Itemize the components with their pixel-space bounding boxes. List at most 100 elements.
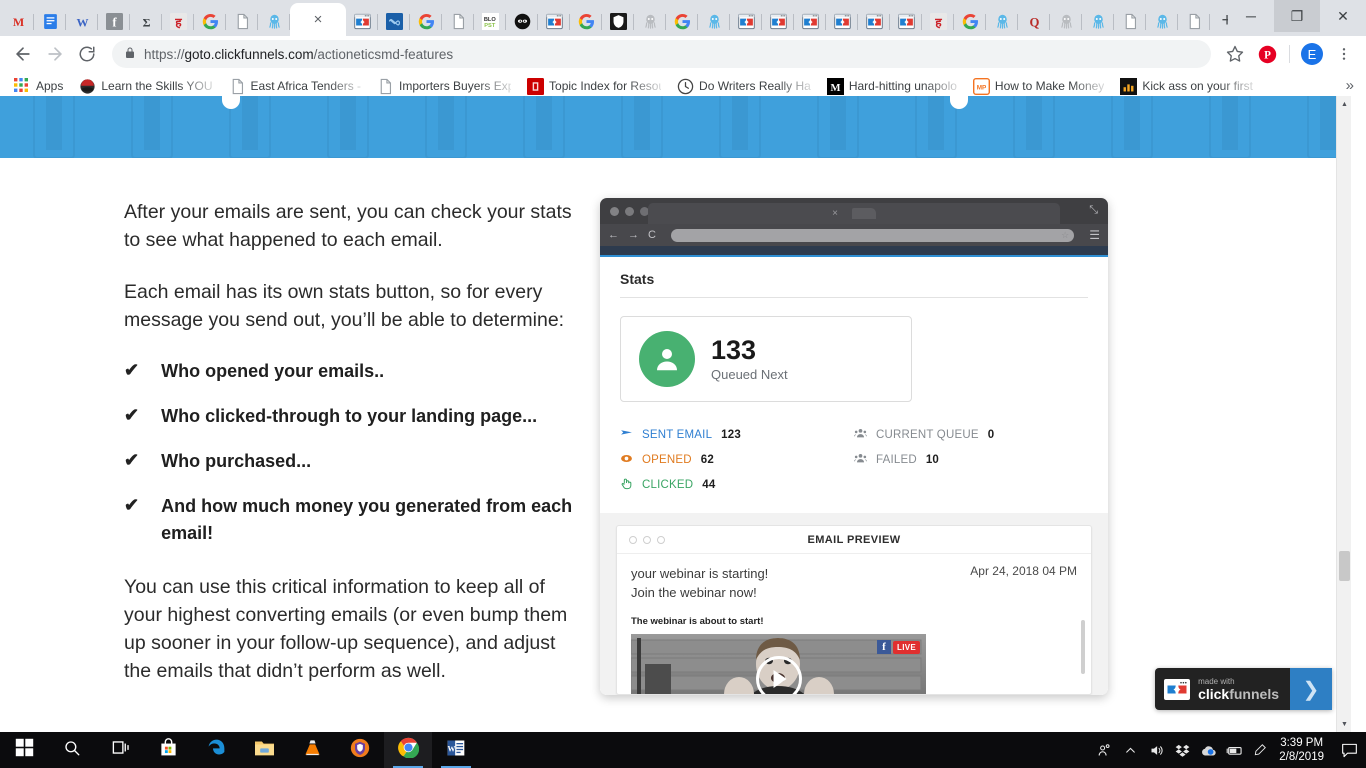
clickfunnels-tab-3[interactable]: [538, 6, 570, 36]
document-tab-3[interactable]: [1114, 6, 1146, 36]
bookmark-item[interactable]: Importers Buyers Exp: [369, 74, 519, 98]
document-tab-4[interactable]: [1178, 6, 1210, 36]
microsoft-store[interactable]: [144, 732, 192, 768]
octopus-tab-6[interactable]: [1082, 6, 1114, 36]
bookmark-item[interactable]: MP How to Make Money: [965, 74, 1112, 98]
bookmark-label: Importers Buyers Exp: [399, 78, 512, 93]
mockup-tab-close: ×: [832, 208, 838, 219]
quora-tab[interactable]: Q: [1018, 6, 1050, 36]
tab-close-button[interactable]: ×: [314, 11, 323, 28]
chrome-menu-icon[interactable]: [1330, 40, 1358, 68]
wikipedia-tab[interactable]: W: [66, 6, 98, 36]
google-tab-5[interactable]: [954, 6, 986, 36]
bookmark-star-icon[interactable]: [1221, 40, 1249, 68]
gmail-tab[interactable]: M: [2, 6, 34, 36]
google-tab-3[interactable]: [570, 6, 602, 36]
taskbar-items: W: [0, 732, 480, 768]
blog-tab[interactable]: BLO PST: [474, 6, 506, 36]
octopus-tab-4[interactable]: [986, 6, 1018, 36]
google-docs-tab[interactable]: [34, 6, 66, 36]
chevron-up-icon[interactable]: [1117, 732, 1143, 768]
grammarly-tab-2[interactable]: ह: [922, 6, 954, 36]
clickfunnels-badge[interactable]: made with clickfunnels ❯ ▼: [1155, 668, 1332, 710]
scroll-up-arrow[interactable]: ▲: [1337, 96, 1352, 112]
url-host: goto.clickfunnels.com: [184, 46, 314, 62]
pen-icon[interactable]: [1247, 732, 1273, 768]
notification-center-icon[interactable]: [1334, 732, 1364, 768]
grammarly-tab[interactable]: ह: [162, 6, 194, 36]
shield-tab[interactable]: [602, 6, 634, 36]
document-tab-2[interactable]: [442, 6, 474, 36]
task-view-button[interactable]: [96, 732, 144, 768]
dropbox-icon[interactable]: [1169, 732, 1195, 768]
facebook-tab[interactable]: f: [98, 6, 130, 36]
octopus-tab-5[interactable]: [1050, 6, 1082, 36]
clickfunnels-tab-5[interactable]: [762, 6, 794, 36]
people-icon[interactable]: [1091, 732, 1117, 768]
forward-button[interactable]: [40, 39, 70, 69]
apps-shortcut[interactable]: Apps: [6, 74, 71, 98]
scrollbar-thumb[interactable]: [1339, 551, 1350, 581]
scroll-down-arrow[interactable]: ▼: [1337, 716, 1352, 732]
taskbar-clock[interactable]: 3:39 PM 2/8/2019: [1273, 736, 1334, 764]
search-button[interactable]: [48, 732, 96, 768]
clickfunnels-tab-4[interactable]: [730, 6, 762, 36]
octopus-tab-3[interactable]: [698, 6, 730, 36]
email-video-thumbnail[interactable]: f LIVE: [631, 634, 926, 694]
file-explorer[interactable]: [240, 732, 288, 768]
bookmark-label: Topic Index for Resou: [549, 78, 662, 93]
infinity-tab[interactable]: [378, 6, 410, 36]
google-tab[interactable]: [194, 6, 226, 36]
avast-antivirus[interactable]: [336, 732, 384, 768]
clickfunnels-tab-6[interactable]: [794, 6, 826, 36]
vlc-player[interactable]: [288, 732, 336, 768]
clickfunnels-tab-9[interactable]: [890, 6, 922, 36]
ninja-tab[interactable]: [506, 6, 538, 36]
battery-icon[interactable]: [1221, 732, 1247, 768]
play-button-triangle[interactable]: [773, 670, 787, 689]
clickfunnels-tab-2[interactable]: [346, 6, 378, 36]
stat-label: CURRENT QUEUE: [876, 428, 979, 441]
bookmarks-overflow-icon[interactable]: »: [1346, 77, 1360, 94]
browser-toolbar: https://goto.clickfunnels.com/actionetic…: [0, 36, 1366, 72]
bookmark-item[interactable]: Do Writers Really Ha: [669, 74, 819, 98]
bookmark-item[interactable]: M Hard-hitting unapolo: [819, 74, 965, 98]
volume-icon[interactable]: [1143, 732, 1169, 768]
pinterest-extension-icon[interactable]: P: [1253, 40, 1281, 68]
bookmark-item[interactable]: Topic Index for Resou: [519, 74, 669, 98]
mockup-reload-icon: C: [648, 228, 656, 241]
octopus-icon: [706, 13, 723, 30]
page-scrollbar[interactable]: ▲ ▼: [1336, 96, 1351, 732]
new-tab-button[interactable]: +: [1210, 6, 1228, 36]
cf-badge-arrow-button[interactable]: ❯: [1290, 668, 1332, 710]
list-item: ✔ And how much money you generated from e…: [124, 493, 580, 547]
google-chrome[interactable]: [384, 732, 432, 768]
bookmark-item[interactable]: East Africa Tenders -: [221, 74, 370, 98]
google-tab-2[interactable]: [410, 6, 442, 36]
octopus-tab[interactable]: [258, 6, 290, 36]
minimize-button[interactable]: ─: [1228, 0, 1274, 32]
page-icon: [229, 78, 245, 94]
google-tab-4[interactable]: [666, 6, 698, 36]
clickfunnels-tab-8[interactable]: [858, 6, 890, 36]
onedrive-icon[interactable]: [1195, 732, 1221, 768]
back-button[interactable]: [8, 39, 38, 69]
octopus-tab-7[interactable]: [1146, 6, 1178, 36]
start-button[interactable]: [0, 732, 48, 768]
address-bar[interactable]: https://goto.clickfunnels.com/actionetic…: [112, 40, 1211, 68]
close-window-button[interactable]: ✕: [1320, 0, 1366, 32]
restore-button[interactable]: ❐: [1274, 0, 1320, 32]
email-preview-scrollbar[interactable]: [1081, 620, 1085, 674]
sigma-tab[interactable]: Σ: [130, 6, 162, 36]
edge-browser[interactable]: [192, 732, 240, 768]
clickfunnels-tab-7[interactable]: [826, 6, 858, 36]
reload-button[interactable]: [72, 39, 102, 69]
page-icon: [377, 78, 393, 94]
microsoft-word[interactable]: W: [432, 732, 480, 768]
bookmark-item[interactable]: Kick ass on your first: [1112, 74, 1261, 98]
octopus-tab-2[interactable]: [634, 6, 666, 36]
bookmark-item[interactable]: Learn the Skills YOU: [71, 74, 220, 98]
profile-avatar[interactable]: E: [1298, 40, 1326, 68]
clickfunnels-tab[interactable]: ×: [290, 3, 346, 36]
document-tab[interactable]: [226, 6, 258, 36]
